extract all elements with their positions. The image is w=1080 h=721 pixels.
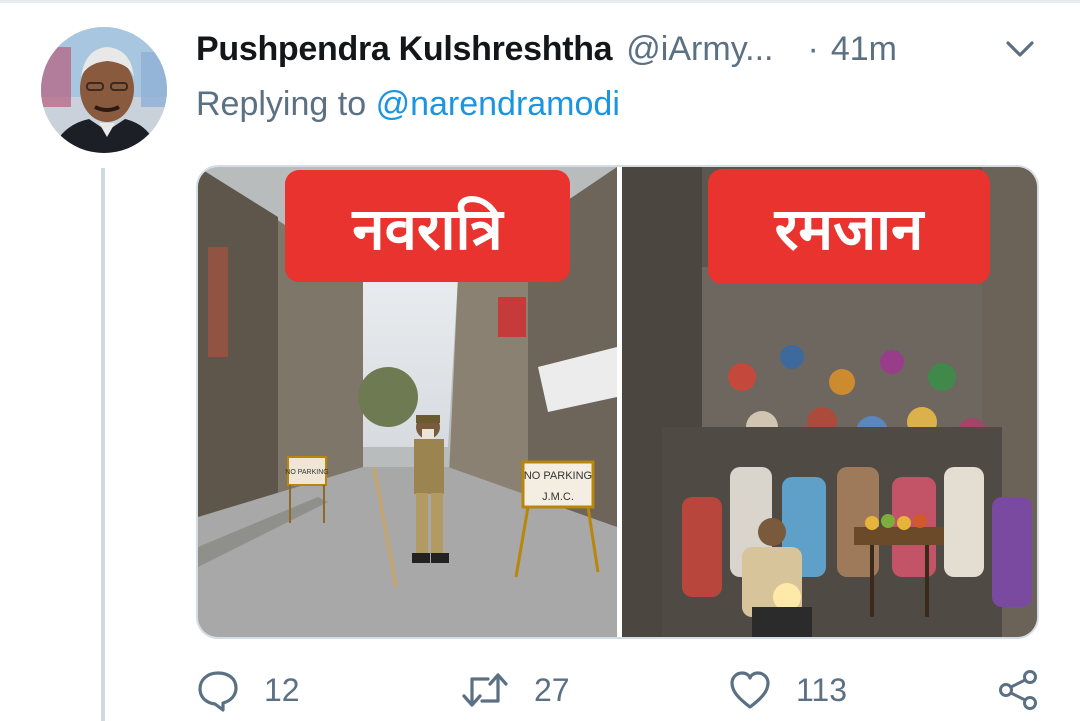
retweet-icon: [462, 673, 508, 707]
share-button[interactable]: [996, 666, 1040, 714]
thread-line: [101, 168, 105, 721]
top-divider: [0, 0, 1080, 3]
avatar-photo: [41, 27, 167, 153]
tweet-media[interactable]: NO PARKING J.M.C. NO PARKING नवरात्रि रम…: [196, 165, 1039, 639]
tweet-actions: 12 27 113: [196, 666, 1056, 714]
like-count: 113: [796, 671, 848, 708]
media-image-right[interactable]: रमजान: [622, 167, 1037, 637]
reply-button[interactable]: 12: [196, 666, 300, 714]
author-handle[interactable]: @iArmy...: [626, 30, 773, 69]
tweet-header: Pushpendra Kulshreshtha @iArmy... · 41m: [196, 30, 897, 76]
mention-link[interactable]: @narendramodi: [376, 85, 620, 123]
small-sign-text: NO PARKING: [285, 469, 328, 476]
speech-bubble-icon: [198, 671, 238, 712]
avatar[interactable]: [41, 27, 167, 153]
jmc-sign-text: J.M.C.: [542, 491, 574, 503]
no-parking-sign-text: NO PARKING: [524, 470, 592, 482]
author-name[interactable]: Pushpendra Kulshreshtha: [196, 30, 613, 69]
separator-dot: ·: [807, 30, 819, 68]
share-icon: [999, 670, 1037, 710]
media-image-left[interactable]: NO PARKING J.M.C. NO PARKING नवरात्रि: [198, 167, 617, 637]
reply-count: 12: [264, 671, 300, 708]
retweet-count: 27: [534, 671, 570, 708]
replying-to: Replying to @narendramodi: [196, 85, 620, 124]
label-navratri: नवरात्रि: [285, 170, 570, 282]
like-button[interactable]: 113: [728, 666, 847, 714]
label-ramzan: रमजान: [708, 169, 990, 284]
heart-icon: [730, 671, 770, 709]
timestamp[interactable]: 41m: [831, 30, 897, 69]
replying-to-label: Replying to: [196, 85, 367, 123]
retweet-button[interactable]: 27: [460, 666, 570, 714]
chevron-down-icon[interactable]: [1002, 34, 1038, 64]
